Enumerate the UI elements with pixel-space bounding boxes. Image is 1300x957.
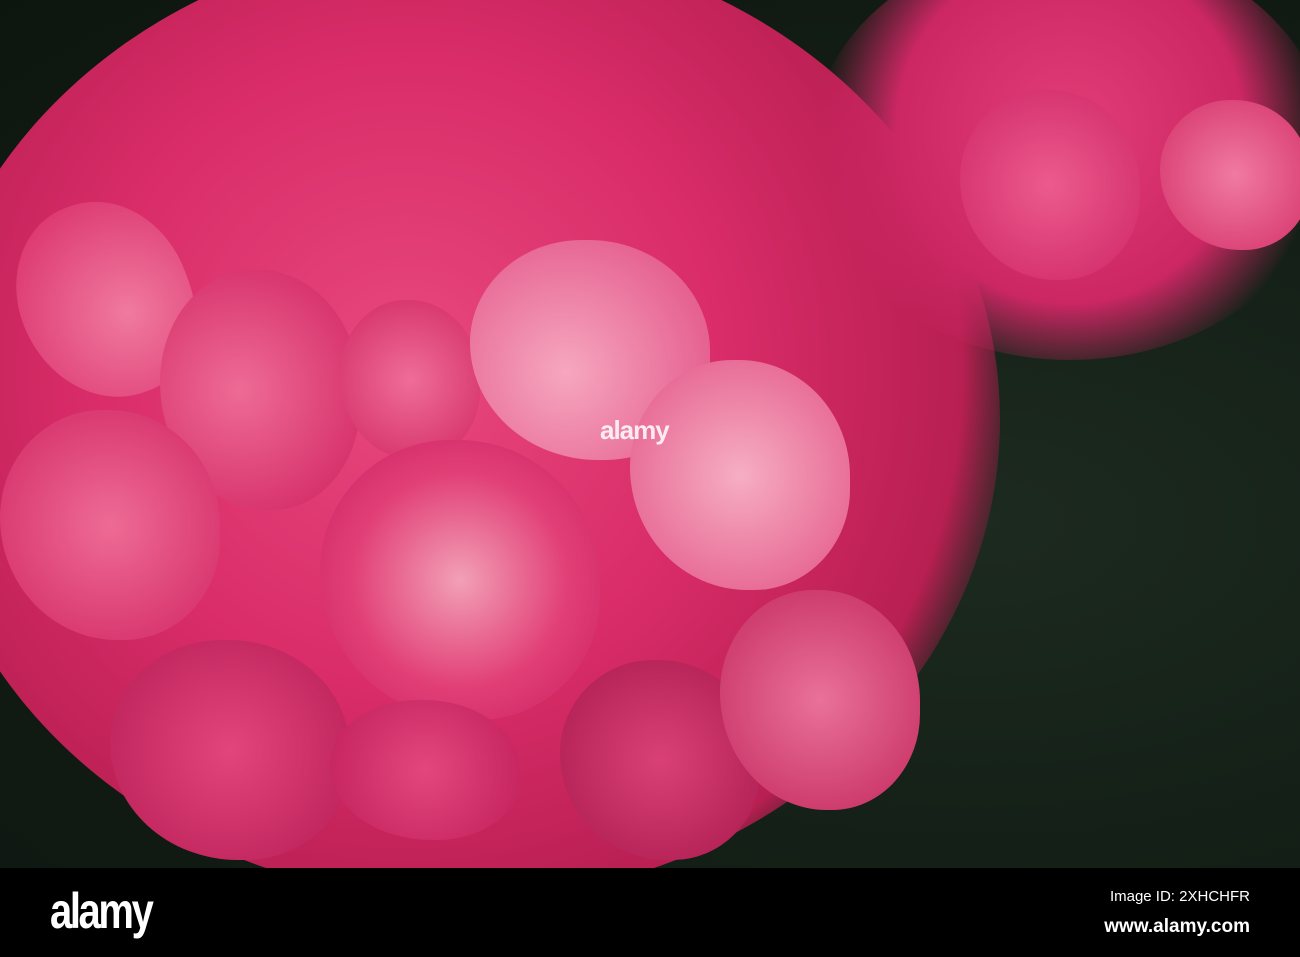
watermark-text: alamy	[600, 415, 670, 445]
petal	[110, 640, 350, 860]
image-id: Image ID: 2XHCHFR	[1109, 888, 1250, 905]
footer-bar: alamy Image ID: 2XHCHFR www.alamy.com	[0, 868, 1300, 957]
alamy-logo: alamy	[50, 883, 154, 939]
hydrangea-photo: alamy	[0, 0, 1300, 868]
website-link: www.alamy.com	[1104, 916, 1250, 937]
